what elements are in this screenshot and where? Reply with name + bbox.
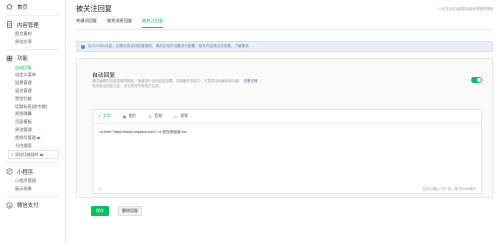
- sidebar-item-comments[interactable]: 留言管理: [0, 87, 65, 95]
- sidebar-wechat-pay-label: 微信支付: [17, 203, 39, 210]
- delete-reply-button[interactable]: 删除回复: [118, 206, 142, 216]
- sidebar-item-channels-label: 视频号管理: [15, 134, 36, 140]
- sidebar-item-scenes[interactable]: 展示场景: [0, 185, 65, 193]
- video-icon: ▭: [174, 114, 178, 119]
- sidebar-item-materials[interactable]: 图文素材: [0, 30, 65, 38]
- editor-tab-image-label: 图片: [128, 114, 137, 118]
- sidebar-item-page-template[interactable]: 页面模板: [0, 118, 65, 126]
- add-plugin-button[interactable]: + 添加功能插件: [8, 150, 59, 160]
- sidebar-item-topic-tags[interactable]: 话题标签(原专辑): [0, 103, 65, 111]
- auto-reply-panel: 自动回复 通过编辑内容或关键词规则，快速进行自动回复设置。如具备开发能力，可更灵…: [76, 58, 493, 198]
- sidebar: 首页 内容管理 图文素材 原创文章 功能 自动回复 自定义菜单 投票管理 留言管…: [0, 0, 66, 244]
- editor-tab-image[interactable]: ▣ 图片: [123, 114, 137, 119]
- tab-keyword-reply[interactable]: 关键词回复: [76, 18, 97, 28]
- sidebar-item-custom-menu[interactable]: 自定义菜单: [0, 71, 65, 79]
- editor-tab-video-label: 视频: [180, 114, 188, 118]
- sidebar-item-channels[interactable]: 视频号管理: [0, 134, 65, 142]
- reply-tabs: 关键词回复 收到消息回复 被关注回复: [76, 18, 173, 28]
- panel-description-link[interactable]: 查看详情: [243, 79, 257, 83]
- notification-dot: [37, 136, 40, 139]
- sidebar-home-label: 首页: [17, 4, 28, 11]
- add-plugin-label: 添加功能插件: [14, 151, 39, 157]
- sidebar-divider: [6, 48, 59, 50]
- tab-follow-reply[interactable]: 被关注回复: [142, 18, 164, 28]
- sidebar-mini-program-label: 小程序: [17, 169, 34, 176]
- sidebar-section-mini-program: 小程序: [0, 166, 65, 177]
- editor-tab-audio-label: 音频: [154, 114, 163, 118]
- notification-dot: [40, 153, 43, 156]
- sidebar-content-label: 内容管理: [17, 22, 39, 29]
- sidebar-item-home[interactable]: 首页: [0, 1, 65, 12]
- sidebar-features-label: 功能: [17, 56, 28, 63]
- grid-icon: [5, 54, 13, 62]
- editor-tab-text[interactable]: T 文字: [98, 114, 111, 119]
- page-tip: 公众平台自动回复功能处理相关规则: [438, 7, 493, 11]
- document-icon: [5, 21, 13, 29]
- emoji-icon[interactable]: ☺: [98, 186, 103, 191]
- page-title: 被关注回复: [76, 4, 112, 13]
- reply-text-area[interactable]: <a href="https://www.xmyzstw.com/">小说在线阅…: [99, 130, 188, 135]
- image-icon: ▣: [122, 114, 127, 119]
- plus-icon: +: [11, 152, 14, 158]
- editor-footer: ☺ 还可以输入 537 字，按下Enter换行: [93, 184, 481, 193]
- reply-editor: T 文字 ▣ 图片 ◎ 音频 ▭ 视频 <a href="https://www…: [92, 109, 482, 194]
- editor-tab-audio[interactable]: ◎ 音频: [148, 114, 162, 119]
- text-icon: T: [98, 114, 101, 119]
- sidebar-item-wechat-pay[interactable]: 微信支付: [0, 200, 65, 211]
- app-window: 首页 内容管理 图文素材 原创文章 功能 自动回复 自定义菜单 投票管理 留言管…: [0, 0, 499, 244]
- editor-tab-video[interactable]: ▭ 视频: [174, 114, 188, 119]
- char-counter: 还可以输入 537 字，按下Enter换行: [423, 187, 476, 191]
- sidebar-section-content: 内容管理: [0, 19, 65, 30]
- sidebar-item-search[interactable]: 号内搜索: [0, 142, 65, 150]
- tabs-divider: [76, 29, 493, 30]
- editor-type-tabs: T 文字 ▣ 图片 ◎ 音频 ▭ 视频: [93, 110, 481, 124]
- sidebar-item-mini-program-mgmt[interactable]: 小程序管理: [0, 177, 65, 185]
- sidebar-divider: [6, 15, 59, 16]
- notice-banner: 自2023年6月起，如需启用自动回复规则，请前往相关设置进行配置，相关内容请点击…: [76, 41, 493, 52]
- save-button[interactable]: 保存: [91, 206, 109, 216]
- sidebar-section-features: 功能: [0, 53, 65, 64]
- home-icon: [5, 3, 13, 11]
- sidebar-divider: [6, 195, 59, 197]
- sidebar-item-original[interactable]: 原创文章: [0, 38, 65, 46]
- sidebar-item-reward[interactable]: 赞赏功能: [0, 95, 65, 103]
- sidebar-divider: [6, 162, 59, 164]
- auto-reply-toggle[interactable]: [471, 77, 482, 83]
- sidebar-item-vote[interactable]: 投票管理: [0, 79, 65, 87]
- tab-message-reply[interactable]: 收到消息回复: [107, 18, 132, 28]
- panel-description-line2: 关闭自动回复之后，将立即对所有用户生效。: [92, 84, 162, 89]
- panel-description-text: 通过编辑内容或关键词规则，快速进行自动回复设置。如具备开发能力，可更灵活地使用该…: [92, 79, 243, 83]
- audio-icon: ◎: [148, 114, 152, 119]
- sidebar-item-original-mgmt[interactable]: 原创管理: [0, 126, 65, 134]
- mini-program-icon: [5, 168, 13, 176]
- sidebar-item-auto-reply[interactable]: 自动回复: [0, 64, 65, 72]
- panel-title: 自动回复: [92, 73, 116, 79]
- panel-description: 通过编辑内容或关键词规则，快速进行自动回复设置。如具备开发能力，可更灵活地使用该…: [92, 79, 362, 89]
- main-content: 被关注回复 公众平台自动回复功能处理相关规则 关键词回复 收到消息回复 被关注回…: [66, 0, 499, 244]
- info-icon: [81, 44, 85, 49]
- sidebar-item-video-danmaku[interactable]: 视频弹幕: [0, 110, 65, 118]
- pay-icon: [5, 201, 13, 209]
- editor-tab-text-label: 文字: [102, 114, 111, 118]
- notice-text: 自2023年6月起，如需启用自动回复规则，请前往相关设置进行配置，相关内容请点击…: [88, 44, 249, 48]
